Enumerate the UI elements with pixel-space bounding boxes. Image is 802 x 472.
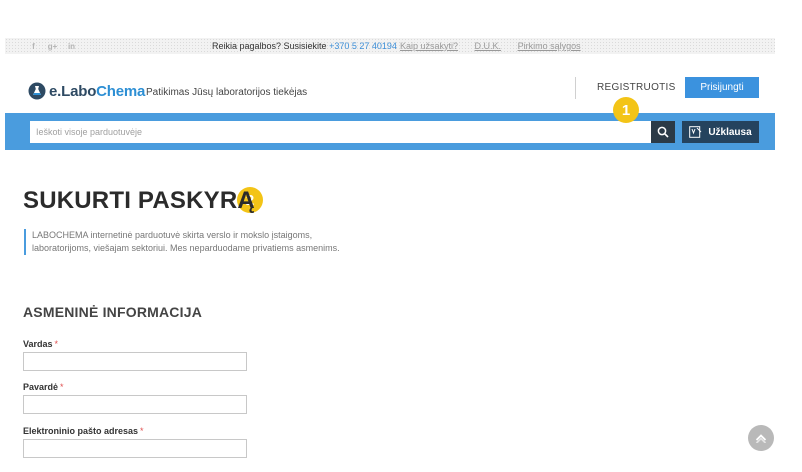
- faq-link[interactable]: D.U.K.: [475, 41, 502, 51]
- purchase-terms-link[interactable]: Pirkimo sąlygos: [518, 41, 581, 51]
- email-field[interactable]: [23, 439, 247, 458]
- intro-line-2: laboratorijoms, viešajam sektoriui. Mes …: [32, 243, 340, 253]
- last-name-label: Pavardė *: [23, 382, 64, 392]
- site-logo[interactable]: e.LaboChema: [28, 82, 145, 100]
- header-divider: [575, 77, 576, 99]
- intro-line-1: LABOCHEMA internetinė parduotuvė skirta …: [32, 230, 313, 240]
- facebook-icon[interactable]: f: [27, 40, 40, 52]
- intro-text: LABOCHEMA internetinė parduotuvė skirta …: [24, 229, 344, 255]
- search-icon: [657, 126, 669, 138]
- flask-logo-icon: [28, 82, 46, 100]
- linkedin-icon[interactable]: in: [65, 40, 78, 52]
- page-title: SUKURTI PASKYRĄ: [23, 187, 255, 214]
- section-title-personal-info: ASMENINĖ INFORMACIJA: [23, 304, 203, 320]
- chevron-up-icon: [755, 434, 767, 443]
- search-band: Užklausa: [5, 113, 775, 150]
- first-name-label: Vardas *: [23, 339, 59, 349]
- top-links: Kaip užsakyti? D.U.K. Pirkimo sąlygos: [400, 41, 595, 51]
- phone-link[interactable]: +370 5 27 40194: [329, 41, 397, 51]
- logo-text: e.LaboChema: [49, 82, 146, 100]
- search-button[interactable]: [651, 121, 675, 143]
- inquiry-icon: [689, 126, 702, 138]
- scroll-top-button[interactable]: [748, 425, 774, 451]
- search-input[interactable]: [30, 121, 651, 143]
- register-link[interactable]: REGISTRUOTIS: [597, 82, 676, 93]
- last-name-field[interactable]: [23, 395, 247, 414]
- first-name-field[interactable]: [23, 352, 247, 371]
- google-plus-icon[interactable]: g+: [46, 40, 59, 52]
- inquiry-label: Užklausa: [708, 126, 752, 138]
- social-links: f g+ in: [27, 40, 78, 52]
- inquiry-button[interactable]: Užklausa: [682, 121, 759, 143]
- step-marker-1: 1: [614, 98, 638, 122]
- login-button[interactable]: Prisijungti: [685, 77, 759, 98]
- help-text: Reikia pagalbos? Susisiekite +370 5 27 4…: [212, 41, 397, 51]
- help-label: Reikia pagalbos? Susisiekite: [212, 41, 330, 51]
- email-label: Elektroninio pašto adresas *: [23, 426, 144, 436]
- tagline: Patikimas Jūsų laboratorijos tiekėjas: [146, 87, 308, 98]
- top-utility-bar: f g+ in Reikia pagalbos? Susisiekite +37…: [5, 38, 775, 54]
- how-to-order-link[interactable]: Kaip užsakyti?: [400, 41, 458, 51]
